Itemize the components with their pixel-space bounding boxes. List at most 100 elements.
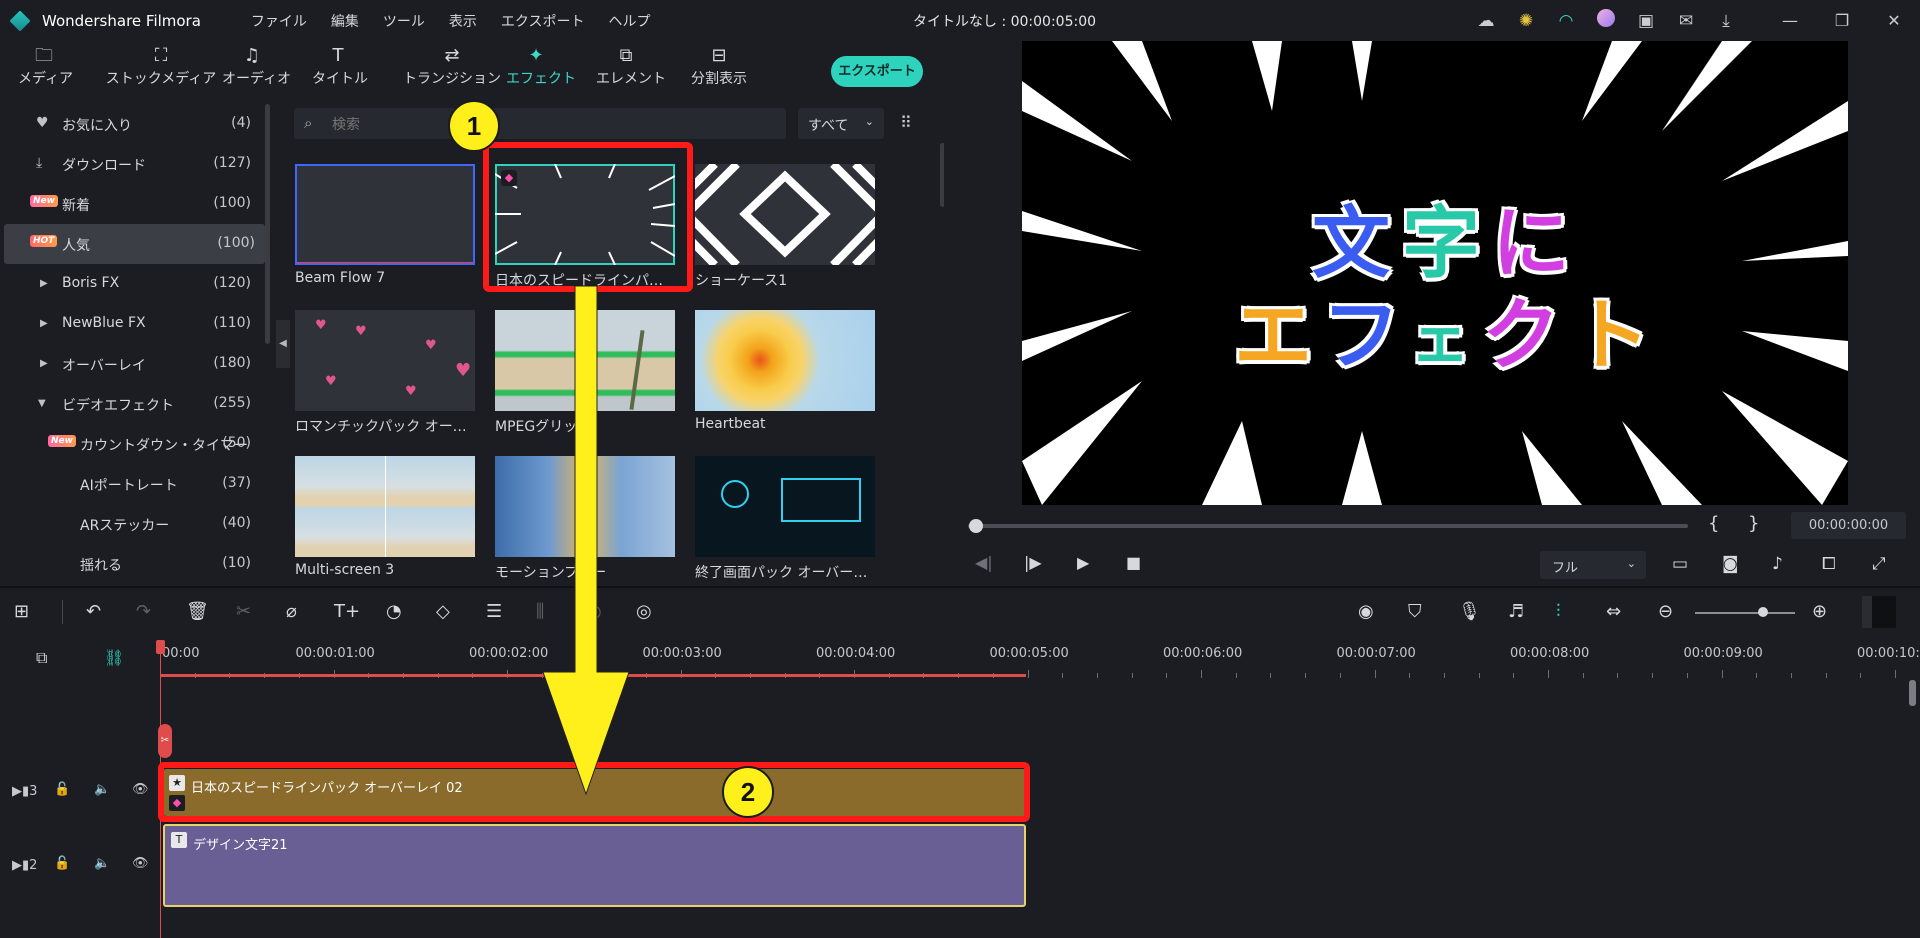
pip-icon[interactable]: ⧠ [1822,554,1836,574]
lock-icon[interactable]: 🔓 [54,782,70,797]
search-input[interactable] [332,113,762,134]
panel-toggle-icon[interactable] [1862,596,1896,628]
mark-in-button[interactable]: { [1708,513,1719,534]
restore-icon[interactable]: ❐ [1816,11,1868,30]
lock-icon[interactable]: 🔓 [54,856,70,871]
effect-card-multi-screen[interactable]: Multi-screen 3 [295,456,475,578]
sidebar-item-boris-fx[interactable]: ▶ Boris FX (120) [0,264,265,304]
headset-icon[interactable]: ◠ [1546,11,1586,31]
tab-effects[interactable]: ✦ エフェクト [506,41,576,94]
tab-media[interactable]: 🗀 メディア [18,41,73,94]
play-icon[interactable]: ▶ [1077,553,1089,572]
effect-card-romantic[interactable]: ♥ ♥ ♥ ♥ ♥ ♥ ロマンチックパック オーバーレイ1 [295,310,475,436]
zoom-slider-handle[interactable] [1758,607,1768,617]
effect-thumbnail: ♥ ♥ ♥ ♥ ♥ ♥ [295,310,475,411]
effect-card-heartbeat[interactable]: Heartbeat [695,310,875,432]
volume-icon[interactable]: ♪ [1772,554,1783,574]
delete-icon[interactable]: 🗑 [186,601,209,622]
display-icon[interactable]: ▭ [1672,554,1688,574]
sidebar-item-newblue-fx[interactable]: ▶ NewBlue FX (110) [0,304,265,344]
save-icon[interactable]: ▣ [1626,11,1666,31]
cloud-icon[interactable]: ☁ [1466,11,1506,31]
sidebar-item-favorites[interactable]: ♥ お気に入り (4) [0,104,265,144]
close-icon[interactable]: ✕ [1868,11,1920,30]
fit-icon[interactable]: ⇔ [1606,601,1621,622]
sidebar-item-countdown[interactable]: New カウントダウン・タイマー (50) [0,424,265,464]
auto-icon[interactable]: ◎ [636,601,652,622]
sidebar-item-ai-portrait[interactable]: AIポートレート (37) [0,464,265,504]
playhead-scissor-icon[interactable]: ✂ [158,724,172,758]
previous-frame-icon[interactable]: ◀| [975,553,993,572]
collapse-sidebar-button[interactable]: ◀ [276,320,290,368]
tab-transitions[interactable]: ⇄ トランジション [394,41,510,94]
cut-icon[interactable]: ✂ [236,601,251,622]
menu-tools[interactable]: ツール [371,11,437,31]
mail-icon[interactable]: ✉ [1666,11,1706,31]
tab-elements[interactable]: ⧉ エレメント [596,41,666,94]
effect-thumbnail [295,456,475,557]
sidebar-item-overlay[interactable]: ▶ オーバーレイ (180) [0,344,265,384]
sidebar-scrollbar[interactable] [265,104,270,344]
adjust-icon[interactable]: ☰ [486,601,502,622]
speed-icon[interactable]: ◔ [386,601,402,622]
export-button[interactable]: エクスポート [831,56,923,87]
effect-card-beam-flow[interactable]: Beam Flow 7 [295,164,475,286]
tab-split-screen[interactable]: ⊟ 分割表示 [686,41,752,94]
mute-icon[interactable]: 🔈 [94,856,110,871]
link-icon[interactable]: ⛓ [104,648,124,667]
eye-icon[interactable]: 👁 [132,782,149,797]
tab-audio[interactable]: ♫ オーディオ [222,41,291,94]
scrubber-handle[interactable] [969,519,983,533]
sidebar-item-shake[interactable]: 揺れる (10) [0,544,265,584]
stop-icon[interactable]: ■ [1126,553,1141,572]
snapshot-icon[interactable]: ◙ [1722,554,1739,574]
sidebar-item-video-effects[interactable]: ▼ ビデオエフェクト (255) [0,384,265,424]
add-text-icon[interactable]: T+ [334,601,360,622]
mute-icon[interactable]: 🔈 [94,782,110,797]
menu-view[interactable]: 表示 [437,11,489,31]
effect-card-end-screen[interactable]: 終了画面パック オーバーレイ ... [695,456,875,582]
sidebar-item-download[interactable]: ⤓ ダウンロード (127) [0,144,265,184]
ruler-tick [1860,673,1862,678]
next-frame-icon[interactable]: |▶ [1024,553,1042,572]
undo-icon[interactable]: ↶ [86,601,101,622]
preview-scrubber[interactable] [968,524,1688,528]
redo-icon[interactable]: ↷ [136,601,151,622]
keyframe-icon[interactable]: ◇ [436,601,450,622]
sidebar-item-ar-sticker[interactable]: ARステッカー (40) [0,504,265,544]
menu-file[interactable]: ファイル [239,11,319,31]
effect-card-showcase[interactable]: ショーケース1 [695,164,875,290]
eye-icon[interactable]: 👁 [132,856,149,871]
menu-edit[interactable]: 編集 [319,11,371,31]
timeline-clip-design-text[interactable]: T デザイン文字21 [163,824,1026,907]
add-track-icon[interactable]: ⧉ [36,648,47,668]
avatar-icon[interactable] [1586,9,1626,32]
grid-view-icon[interactable]: ⠿ [900,113,912,132]
mark-out-button[interactable]: } [1748,513,1759,534]
zoom-slider[interactable] [1695,612,1795,614]
search-box[interactable]: ⌕ [294,108,786,139]
zoom-out-icon[interactable]: ⊖ [1658,601,1673,622]
minimize-icon[interactable]: — [1764,11,1816,30]
marker-icon[interactable]: ⛉ [1408,601,1422,622]
microphone-icon[interactable]: 🎙 [1458,601,1481,622]
menu-export[interactable]: エクスポート [489,11,597,31]
zoom-in-icon[interactable]: ⊕ [1812,601,1827,622]
snap-icon[interactable]: ⫶ [1556,601,1561,622]
sidebar-item-popular[interactable]: HOT 人気 (100) [4,224,265,264]
playhead-handle[interactable] [156,640,165,654]
sidebar-item-new[interactable]: New 新着 (100) [0,184,265,224]
bulb-icon[interactable]: ✺ [1506,11,1546,31]
fullscreen-icon[interactable]: ⤢ [1872,554,1886,574]
render-icon[interactable]: ◉ [1358,601,1374,622]
audio-mix-icon[interactable]: ♬ [1508,601,1524,622]
tag-icon[interactable]: ⌀ [286,601,297,622]
timeline-scrollbar[interactable] [1909,680,1916,706]
tab-stock-media[interactable]: ⛶ ストックメディア [100,41,222,94]
menu-help[interactable]: ヘルプ [597,11,663,31]
filter-dropdown[interactable]: すべて ⌄ [798,108,884,139]
tab-titles[interactable]: T タイトル [312,41,368,94]
download-icon[interactable]: ⤓ [1706,11,1746,31]
quality-dropdown[interactable]: フル ⌄ [1540,551,1646,579]
layout-icon[interactable]: ⊞ [14,601,29,622]
